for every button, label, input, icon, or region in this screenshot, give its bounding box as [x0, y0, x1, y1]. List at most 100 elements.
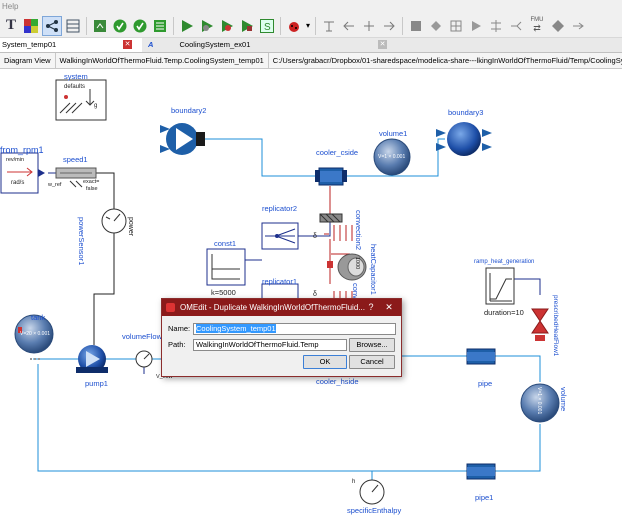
play-icon[interactable] [467, 17, 485, 35]
system-defaults-label: defaults [64, 84, 86, 90]
specific-h-label: h [352, 479, 356, 485]
cancel-button[interactable]: Cancel [349, 355, 395, 369]
import-icon[interactable] [549, 17, 567, 35]
prescribed-port[interactable] [535, 335, 545, 341]
file-path: C:/Users/grabacr/Dropbox/01-sharedspace/… [272, 56, 622, 65]
view-selector[interactable]: Diagram View [0, 53, 56, 68]
simulate-debug-icon[interactable] [238, 17, 256, 35]
tab-coolingsystem-ex01[interactable]: A CoolingSystem_ex01 ✕ [148, 38, 388, 52]
grid-icon[interactable] [447, 17, 465, 35]
cooler-cside-inner [319, 171, 343, 182]
simulate-plot-icon[interactable] [218, 17, 236, 35]
name-label: Name: [168, 324, 191, 333]
connection-line[interactable] [495, 355, 541, 382]
power-sensor-label: powerSensor1 [77, 217, 86, 266]
branch-icon[interactable] [507, 17, 525, 35]
svg-text:S: S [264, 22, 271, 33]
path-bar: Diagram View WalkingInWorldOfThermoFluid… [0, 53, 622, 69]
connect-mode-icon[interactable] [42, 15, 62, 36]
debug-icon[interactable] [285, 17, 303, 35]
connection-line[interactable] [205, 138, 319, 177]
toolbar: T S ▾ FMU ⇄ [0, 14, 622, 38]
tank-label: tank [31, 313, 46, 322]
split-icon[interactable] [487, 17, 505, 35]
volume1-label: volume1 [379, 129, 408, 138]
system-g-label: g [94, 103, 98, 109]
help-button[interactable]: ? [363, 299, 379, 316]
const-k-label: k=5000 [211, 288, 236, 297]
port-left[interactable] [315, 170, 320, 182]
pump-base [76, 367, 108, 373]
prescribed-heat-flow[interactable] [531, 308, 549, 334]
text-tool-icon[interactable]: T [2, 17, 20, 35]
diagram-view-icon[interactable] [91, 17, 109, 35]
toolbar-separator [86, 16, 87, 35]
toolbar-separator [173, 16, 174, 35]
name-input[interactable]: CoolingSystem_temp01 [193, 323, 396, 335]
shape-icon[interactable] [407, 17, 425, 35]
tank-v: V=20 × 0.001 [20, 331, 51, 337]
volume-label: volume [559, 387, 568, 412]
dialog-title-bar[interactable]: OMEdit - Duplicate WalkingInWorldOfTherm… [162, 299, 401, 316]
class-name: WalkingInWorldOfThermoFluid.Temp.Cooling… [56, 53, 269, 68]
export-fmu-icon[interactable]: FMU ⇄ [527, 17, 547, 35]
menu-help[interactable]: Help [2, 2, 18, 11]
from-rpm-bottom: rad/s [11, 180, 25, 186]
path-input[interactable]: WalkingInWorldOfThermoFluid.Temp [193, 339, 347, 351]
cooler-hside-label: cooler_hside [316, 377, 359, 386]
boundary2-port[interactable] [196, 132, 205, 146]
speed-label: speed1 [63, 155, 88, 164]
distribute-icon[interactable] [360, 17, 378, 35]
system-dot [64, 95, 68, 99]
toolbar-separator [402, 16, 403, 35]
connection-line[interactable] [495, 424, 541, 472]
close-icon[interactable]: ✕ [123, 40, 132, 49]
simulate-setup-icon[interactable] [198, 17, 216, 35]
from-rpm-top: rev/min [6, 157, 25, 163]
power-label: power [127, 217, 134, 237]
volume1-v: V=1 × 0.001 [378, 154, 406, 160]
replicator2-label: replicator2 [262, 204, 298, 213]
boundary3-block[interactable] [447, 122, 481, 156]
diagram-canvas[interactable]: system defaults g from_rpm1 rev/min rad/… [0, 69, 622, 531]
browse-button[interactable]: Browse... [349, 338, 395, 352]
close-icon[interactable]: ✕ [378, 40, 387, 49]
delta-symbol: δ [313, 291, 317, 298]
signal-line [514, 278, 541, 295]
port-right[interactable] [342, 170, 347, 182]
app-icon [166, 303, 175, 312]
heat-port[interactable] [327, 261, 333, 268]
transition-mode-icon[interactable] [64, 17, 82, 35]
pipe1-label: pipe1 [475, 493, 494, 502]
align-icon[interactable] [320, 17, 338, 35]
speed-wref: w_ref [48, 182, 62, 188]
arrow-left-icon[interactable] [340, 17, 358, 35]
arrow-forward-icon[interactable] [569, 17, 587, 35]
from-rpm-label: from_rpm1 [0, 145, 44, 155]
pipe1-inner [467, 467, 495, 476]
check-model-icon[interactable] [111, 17, 129, 35]
system-label: system [64, 72, 88, 81]
color-grid-icon[interactable] [22, 17, 40, 35]
volume-v: V=1 × 0.001 [536, 387, 542, 415]
toolbar-separator [315, 16, 316, 35]
simulate-icon[interactable] [178, 17, 196, 35]
tab-system-temp01[interactable]: System_temp01 ✕ [0, 38, 142, 52]
fit-icon[interactable] [427, 17, 445, 35]
check-all-icon[interactable] [131, 17, 149, 35]
ok-button[interactable]: OK [303, 355, 347, 369]
output-port-icon [38, 169, 45, 177]
pump1-label: pump1 [85, 379, 108, 388]
chevron-down-icon[interactable]: ▾ [305, 17, 311, 35]
dialog-close-button[interactable]: ✕ [381, 299, 397, 316]
arrow-right-icon[interactable] [380, 17, 398, 35]
pipe-label: pipe [478, 379, 493, 388]
instantiate-icon[interactable] [151, 17, 169, 35]
heat-capacitor-value: 1000 [354, 257, 360, 270]
name-value: CoolingSystem_temp01 [196, 324, 276, 333]
speed-exact: exact= [83, 179, 100, 185]
const1-block[interactable] [206, 248, 246, 286]
export-s-icon[interactable]: S [258, 17, 276, 35]
convection-arrows [333, 225, 353, 241]
tab-label: CoolingSystem_ex01 [179, 40, 251, 49]
